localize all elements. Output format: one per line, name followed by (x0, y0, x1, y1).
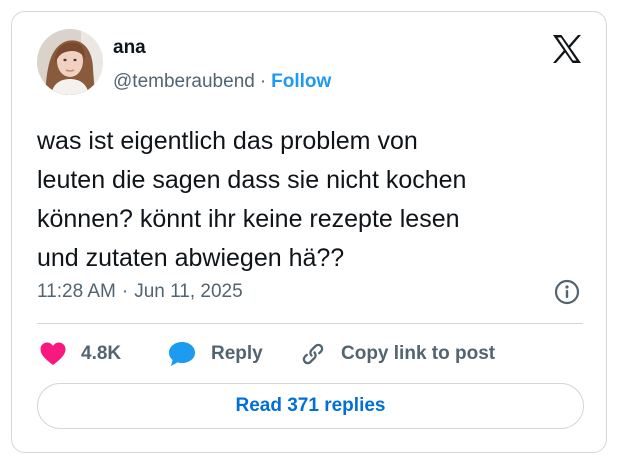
divider (37, 323, 583, 324)
handle-separator: · (259, 71, 267, 92)
handle-row: @temberaubend · Follow (113, 71, 331, 93)
timestamp-row[interactable]: 11:28 AM · Jun 11, 2025 (37, 281, 243, 303)
speech-bubble-icon (167, 340, 197, 368)
reply-button[interactable]: Reply (167, 337, 263, 371)
tweet-date: Jun 11, 2025 (134, 281, 243, 302)
tweet-card: ana @temberaubend · Follow was ist eigentl… (11, 11, 607, 453)
tweet-text: was ist eigentlich das problem von leute… (37, 127, 467, 272)
x-logo-icon[interactable] (551, 33, 583, 65)
timestamp-separator: · (121, 281, 129, 302)
read-replies-button[interactable]: Read 371 replies (37, 383, 584, 429)
like-button[interactable]: 4.8K (39, 337, 121, 371)
avatar[interactable] (37, 29, 103, 95)
link-icon (299, 340, 327, 368)
action-bar: 4.8K Reply Copy link to post (37, 337, 583, 371)
reply-label: Reply (211, 343, 263, 364)
info-icon[interactable] (554, 279, 580, 305)
likes-count: 4.8K (81, 343, 122, 364)
display-name[interactable]: ana (113, 37, 146, 59)
avatar-image (37, 29, 103, 95)
copy-link-label: Copy link to post (341, 343, 496, 364)
copy-link-button[interactable]: Copy link to post (299, 337, 495, 371)
tweet-time: 11:28 AM (37, 281, 116, 302)
follow-button[interactable]: Follow (271, 71, 331, 92)
heart-icon (39, 341, 67, 367)
user-handle[interactable]: @temberaubend (113, 71, 255, 92)
